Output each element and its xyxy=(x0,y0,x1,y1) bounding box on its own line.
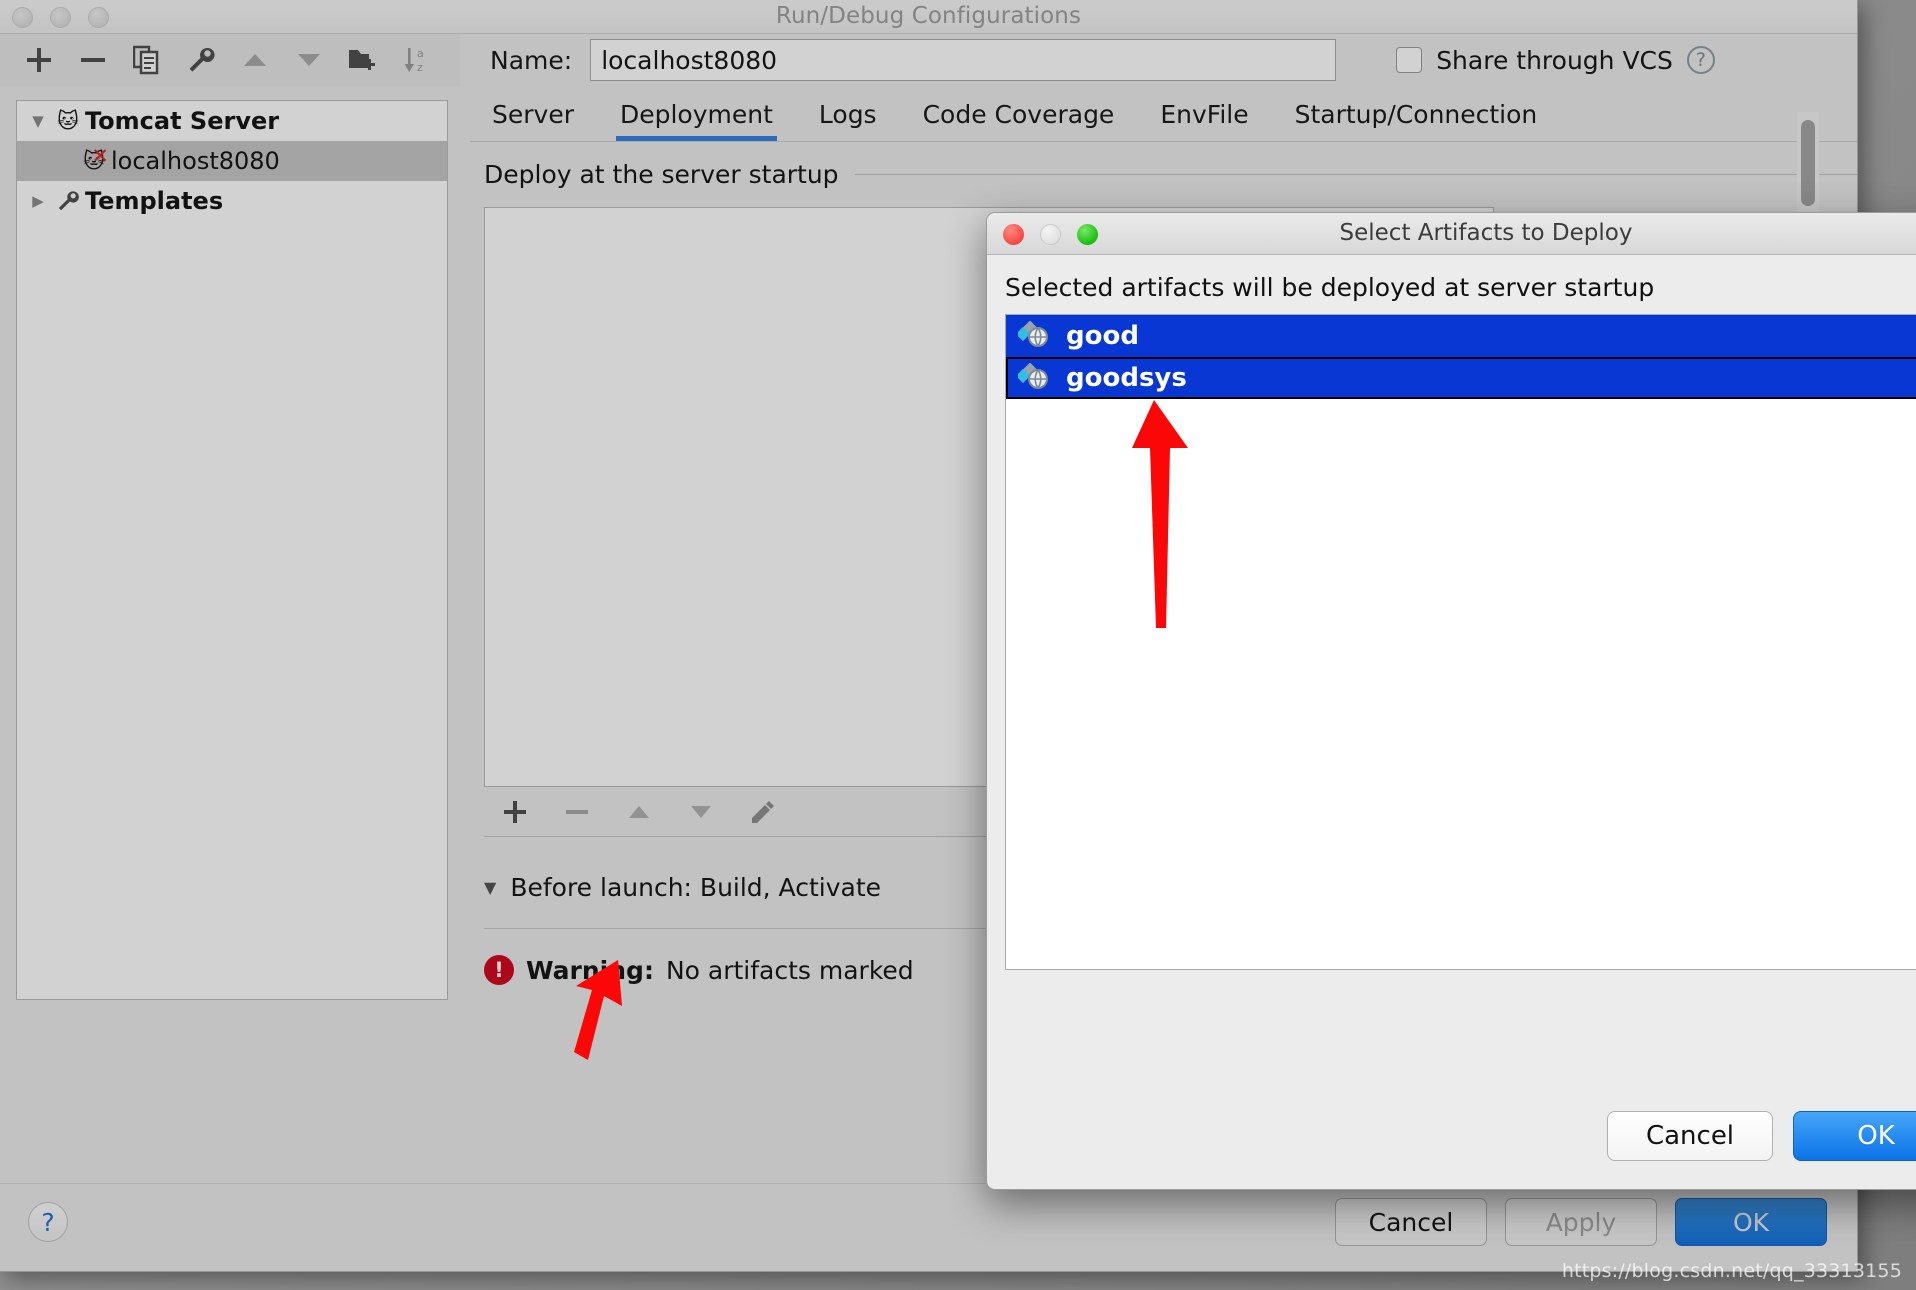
dialog-caption: Selected artifacts will be deployed at s… xyxy=(1005,273,1655,302)
vcs-help-icon[interactable]: ? xyxy=(1686,46,1715,74)
window-titlebar: Run/Debug Configurations xyxy=(0,0,1857,34)
tab-envfile[interactable]: EnvFile xyxy=(1156,100,1252,141)
artifact-list[interactable]: good goodsys xyxy=(1005,314,1916,970)
configurations-tree[interactable]: ▼ 🐱 Tomcat Server 🐱 ✕ localhost8080 ▶ Tem… xyxy=(16,100,448,1000)
tree-node-tomcat-server[interactable]: ▼ 🐱 Tomcat Server xyxy=(17,101,447,141)
chevron-down-icon[interactable]: ▼ xyxy=(484,878,496,897)
cancel-button[interactable]: Cancel xyxy=(1335,1198,1487,1246)
before-launch-label: Before launch: Build, Activate xyxy=(510,873,882,902)
plus-icon xyxy=(504,800,526,823)
deploy-section-header: Deploy at the server startup xyxy=(484,160,1857,189)
apply-button[interactable]: Apply xyxy=(1505,1198,1657,1246)
warning-label: Warning: xyxy=(526,955,654,985)
move-artifact-down-button[interactable] xyxy=(684,795,718,829)
editor-tabs[interactable]: Server Deployment Logs Code Coverage Env… xyxy=(470,86,1857,142)
dialog-ok-button[interactable]: OK xyxy=(1793,1111,1916,1161)
window-title: Run/Debug Configurations xyxy=(775,3,1082,29)
edit-artifact-button[interactable] xyxy=(746,795,780,829)
artifact-icon xyxy=(1015,320,1060,351)
watermark: https://blog.csdn.net/qq_33313155 xyxy=(1561,1260,1902,1282)
remove-configuration-button[interactable] xyxy=(76,43,110,77)
dialog-footer: Cancel OK xyxy=(987,1097,1916,1189)
tab-startup-connection[interactable]: Startup/Connection xyxy=(1291,100,1542,141)
copy-icon xyxy=(133,45,159,75)
section-divider xyxy=(854,174,1857,175)
name-input[interactable] xyxy=(590,39,1337,81)
config-toolbar: a z xyxy=(0,34,460,86)
add-configuration-button[interactable] xyxy=(22,43,56,77)
plus-icon xyxy=(27,48,51,72)
sort-alphabetically-button[interactable]: a z xyxy=(400,43,434,77)
tab-server[interactable]: Server xyxy=(488,100,578,141)
share-through-vcs-group[interactable]: Share through VCS ? xyxy=(1396,46,1715,75)
help-button[interactable]: ? xyxy=(28,1202,68,1242)
warning-icon: ! xyxy=(484,955,514,985)
move-up-button[interactable] xyxy=(238,43,272,77)
move-artifact-up-button[interactable] xyxy=(622,795,656,829)
ok-button[interactable]: OK xyxy=(1675,1198,1827,1246)
wrench-icon xyxy=(189,47,215,72)
triangle-down-icon xyxy=(691,805,711,818)
minus-icon xyxy=(566,809,588,814)
tree-node-label: Templates xyxy=(85,187,224,215)
window-bottom-bar: ? Cancel Apply OK xyxy=(0,1183,1857,1271)
chevron-right-icon[interactable]: ▶ xyxy=(25,192,51,210)
artifact-icon xyxy=(1015,362,1060,393)
artifact-list-item[interactable]: good xyxy=(1006,315,1916,357)
edit-templates-button[interactable] xyxy=(184,43,218,77)
warning-message: No artifacts marked xyxy=(665,955,914,985)
tomcat-icon: 🐱 xyxy=(57,108,79,133)
tomcat-error-icon: 🐱 ✕ xyxy=(83,143,109,173)
dialog-cancel-button[interactable]: Cancel xyxy=(1607,1111,1773,1161)
deploy-section-title: Deploy at the server startup xyxy=(484,160,839,189)
add-artifact-button[interactable] xyxy=(498,795,532,829)
dialog-title: Select Artifacts to Deploy xyxy=(1339,220,1633,246)
tab-code-coverage[interactable]: Code Coverage xyxy=(919,100,1119,141)
tree-node-localhost8080[interactable]: 🐱 ✕ localhost8080 xyxy=(17,141,447,181)
remove-artifact-button[interactable] xyxy=(560,795,594,829)
chevron-down-icon[interactable]: ▼ xyxy=(25,112,51,130)
triangle-down-icon xyxy=(298,54,320,66)
copy-configuration-button[interactable] xyxy=(130,43,164,77)
dialog-action-buttons: Cancel OK xyxy=(1607,1111,1916,1161)
folder-add-icon xyxy=(349,50,375,70)
svg-text:z: z xyxy=(417,61,423,74)
artifact-label: good xyxy=(1066,321,1139,351)
share-through-vcs-checkbox[interactable] xyxy=(1396,47,1423,73)
artifact-list-item[interactable]: goodsys xyxy=(1006,357,1916,399)
new-folder-button[interactable] xyxy=(346,43,380,77)
name-row: Name: Share through VCS ? xyxy=(470,34,1857,86)
name-label: Name: xyxy=(490,45,573,75)
tab-deployment[interactable]: Deployment xyxy=(615,100,777,141)
sort-az-icon: a z xyxy=(404,47,424,74)
tree-node-label: localhost8080 xyxy=(111,147,280,175)
move-down-button[interactable] xyxy=(292,43,326,77)
share-through-vcs-label: Share through VCS xyxy=(1436,45,1673,75)
tree-node-templates[interactable]: ▶ Templates xyxy=(17,181,447,221)
pencil-icon xyxy=(752,800,774,823)
dialog-titlebar: Select Artifacts to Deploy xyxy=(987,213,1916,255)
select-artifacts-dialog: Select Artifacts to Deploy Selected arti… xyxy=(986,212,1916,1190)
wrench-icon xyxy=(51,189,85,213)
screen: Run/Debug Configurations a z ▼ 🐱 Tomcat … xyxy=(0,0,1916,1290)
triangle-up-icon xyxy=(629,805,649,818)
dialog-body: Selected artifacts will be deployed at s… xyxy=(987,255,1916,970)
window-action-buttons: Cancel Apply OK xyxy=(1335,1198,1827,1246)
tab-logs[interactable]: Logs xyxy=(815,100,881,141)
scrollbar-thumb[interactable] xyxy=(1801,120,1815,206)
artifact-label: goodsys xyxy=(1066,363,1187,393)
svg-text:a: a xyxy=(417,47,424,60)
triangle-up-icon xyxy=(244,54,266,66)
tree-node-label: Tomcat Server xyxy=(85,107,280,135)
minus-icon xyxy=(81,58,105,62)
